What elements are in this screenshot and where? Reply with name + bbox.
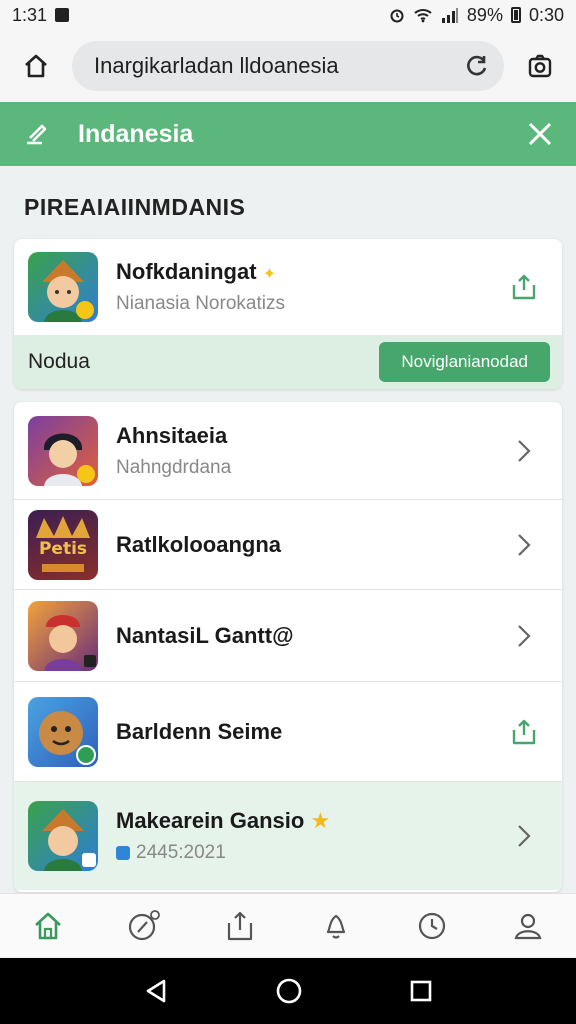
battery-percent: 89%	[466, 4, 503, 25]
list-item[interactable]: Ahnsitaeia Nahngdrdana	[14, 402, 562, 500]
alarm-icon	[390, 9, 404, 23]
share-icon	[227, 911, 253, 940]
chevron-right-icon	[518, 533, 531, 556]
browser-toolbar: Inargikarladan lldoanesia	[0, 30, 576, 102]
app-icon	[28, 415, 98, 486]
nav-home[interactable]	[18, 898, 78, 954]
home-icon	[35, 912, 61, 939]
edit-icon[interactable]	[22, 119, 52, 149]
battery-icon	[510, 7, 521, 23]
profile-icon	[514, 913, 542, 939]
chevron-right-icon	[518, 825, 531, 847]
camera-button[interactable]	[518, 44, 562, 88]
open-button[interactable]	[500, 438, 548, 464]
list-item[interactable]: NantasiL Gantt@	[14, 590, 562, 682]
share-button[interactable]	[500, 718, 548, 746]
back-icon[interactable]	[142, 977, 170, 1005]
nav-share[interactable]	[210, 898, 270, 954]
item-subtitle: 2445:2021	[136, 842, 226, 863]
app-list: Ahnsitaeia Nahngdrdana Petis Ratlkolooan…	[14, 402, 562, 892]
share-button[interactable]	[500, 273, 548, 301]
list-item[interactable]: Barldenn Seime	[14, 682, 562, 782]
camera-icon	[528, 54, 552, 78]
nav-profile[interactable]	[498, 898, 558, 954]
app-icon	[28, 696, 98, 767]
app-icon: Petis	[28, 509, 98, 580]
close-icon[interactable]	[526, 120, 554, 148]
home-button[interactable]	[14, 44, 58, 88]
open-button[interactable]	[500, 532, 548, 558]
item-subtitle: Nahngdrdana	[116, 456, 232, 478]
app-icon	[28, 252, 98, 322]
share-icon	[512, 719, 536, 744]
nav-notifications[interactable]	[306, 898, 366, 954]
status-time: 1:31	[12, 4, 48, 25]
recents-icon[interactable]	[408, 978, 434, 1004]
star-icon: ★	[310, 808, 331, 833]
list-item[interactable]: Petis Ratlkolooangna	[14, 500, 562, 590]
item-title: Ratlkolooangna	[116, 531, 282, 557]
bottom-navigation	[0, 893, 576, 957]
url-field[interactable]: Inargikarladan lldoanesia	[72, 41, 504, 91]
featured-title: Nofkdaningat	[116, 259, 257, 284]
page-header: Indanesia	[0, 102, 576, 166]
item-title: Barldenn Seime	[116, 718, 283, 744]
chevron-right-icon	[518, 439, 531, 462]
open-button[interactable]	[500, 823, 548, 849]
list-item[interactable]: Makearein Gansio ★ 2445:2021	[14, 782, 562, 890]
open-button[interactable]	[500, 623, 548, 649]
sparkle-icon: ✦	[262, 266, 277, 283]
system-navigation	[0, 958, 576, 1024]
nav-discover[interactable]	[114, 898, 174, 954]
chevron-right-icon	[518, 624, 531, 647]
featured-label: Nodua	[28, 350, 90, 373]
url-text: Inargikarladan lldoanesia	[94, 53, 339, 78]
featured-card[interactable]: Nofkdaningat ✦ Nianasia Norokatizs Nodua…	[14, 239, 562, 389]
share-icon	[512, 274, 536, 300]
nav-history[interactable]	[402, 898, 462, 954]
bell-icon	[326, 914, 346, 939]
home-circle-icon[interactable]	[275, 977, 303, 1005]
featured-action-button[interactable]: Noviglanianodad	[379, 342, 550, 382]
section-title: PIREAIAIINMDANIS	[24, 194, 246, 220]
wifi-icon	[414, 9, 432, 23]
compass-icon	[128, 909, 160, 940]
app-icon	[28, 801, 98, 871]
clock-icon	[418, 912, 446, 939]
item-title: NantasiL Gantt@	[116, 622, 294, 648]
item-title: Makearein Gansio	[116, 808, 305, 833]
reload-icon[interactable]	[464, 53, 490, 79]
game-badge-text: Petis	[39, 539, 87, 559]
page-title: Indanesia	[78, 119, 194, 148]
item-title: Ahnsitaeia	[116, 422, 228, 448]
signal-icon	[441, 8, 458, 23]
app-icon	[28, 600, 98, 671]
status-clock: 0:30	[528, 4, 564, 25]
home-icon	[25, 54, 47, 78]
notification-icon	[55, 8, 70, 22]
status-bar: 1:31 89% 0:30	[0, 0, 576, 30]
info-icon	[116, 846, 130, 860]
featured-subtitle: Nianasia Norokatizs	[116, 293, 285, 314]
